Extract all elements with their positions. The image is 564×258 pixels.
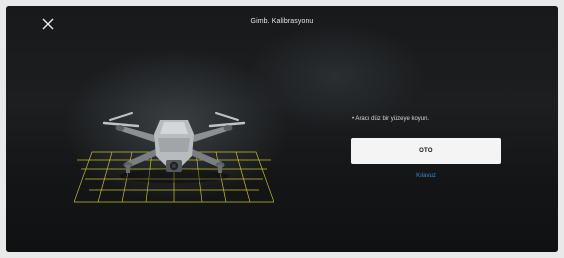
calibration-grid: [73, 112, 275, 203]
calibration-screen: Gimb. Kalibrasyonu • Aracı düz bir yüzey…: [6, 6, 558, 252]
drone-icon: [102, 112, 246, 183]
auto-calibrate-button[interactable]: OTO: [351, 138, 501, 164]
drone-illustration: [73, 90, 275, 210]
guide-link[interactable]: Kılavuz: [351, 173, 501, 179]
instruction-text: • Aracı düz bir yüzeye koyun.: [352, 116, 430, 122]
page-title: Gimb. Kalibrasyonu: [250, 18, 314, 25]
